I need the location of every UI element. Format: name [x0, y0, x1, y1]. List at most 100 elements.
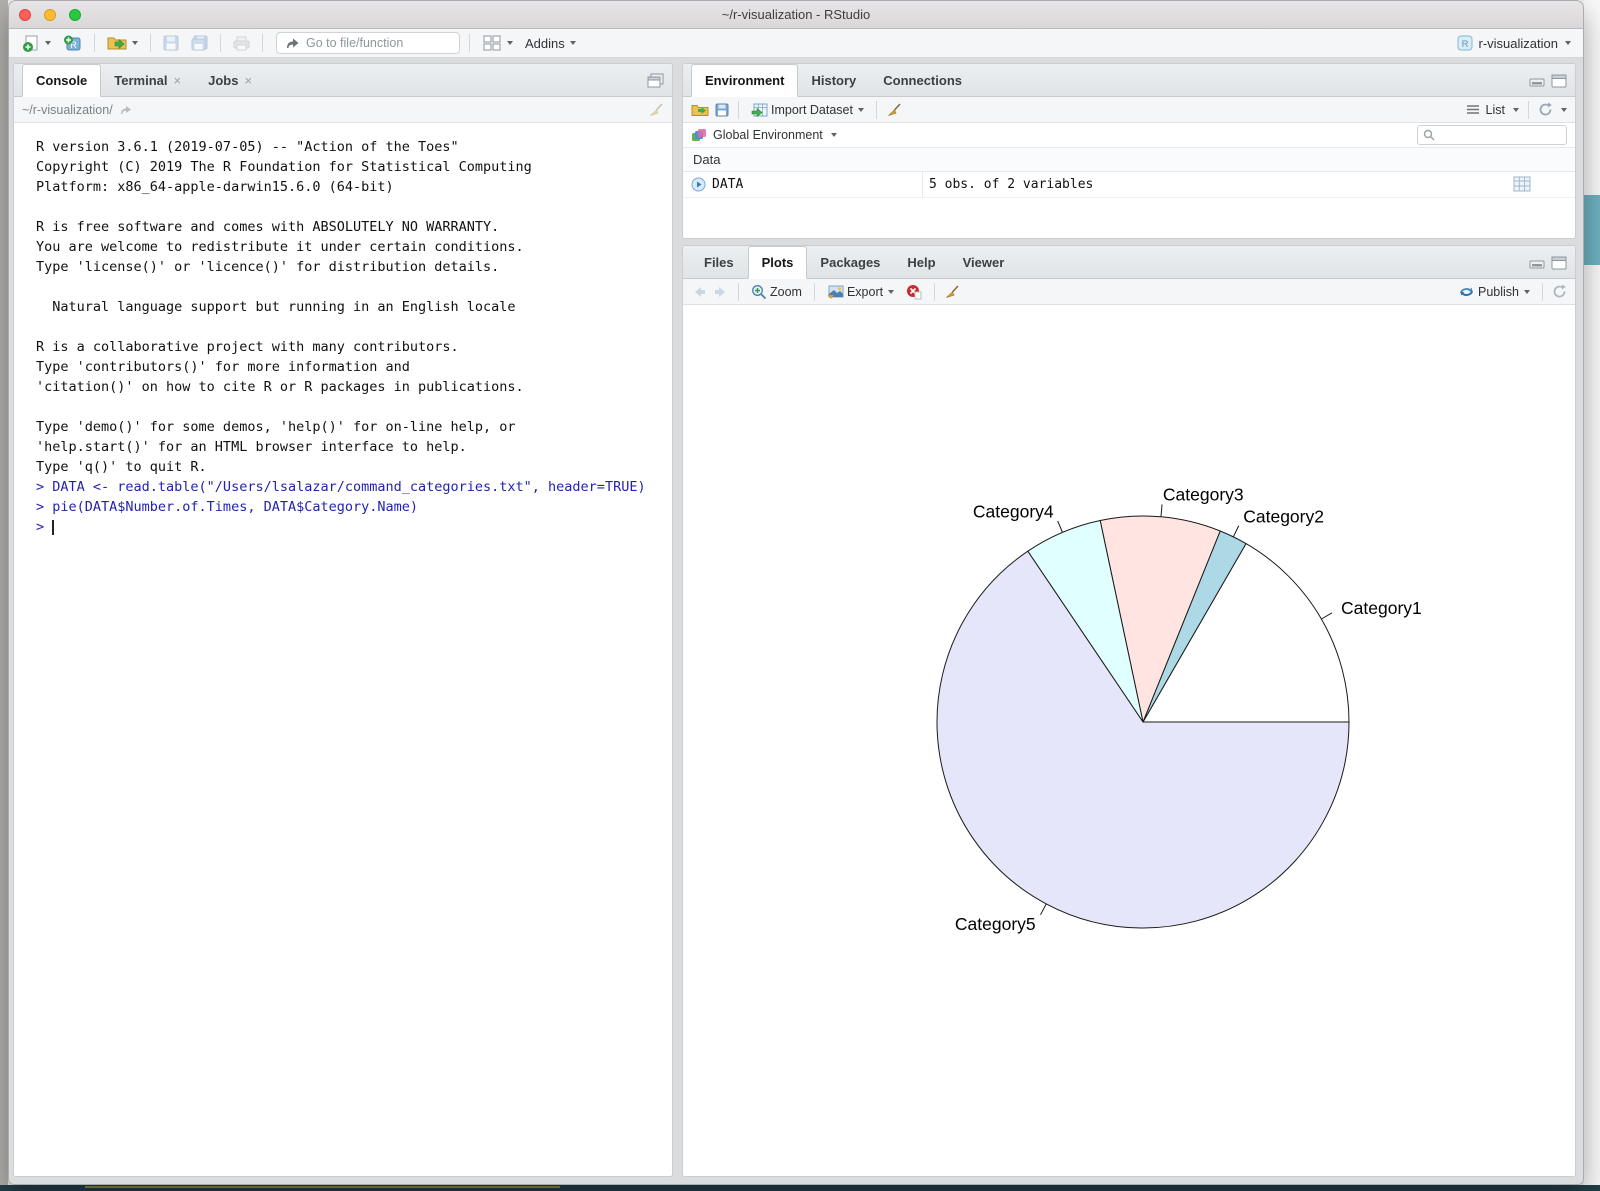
toolbar-separator [934, 283, 935, 301]
expand-object-icon[interactable] [691, 177, 706, 192]
export-plot-button[interactable]: Export [824, 283, 897, 301]
save-all-button[interactable] [188, 33, 211, 53]
toolbar-separator [738, 101, 739, 119]
addins-button[interactable]: Addins [522, 34, 579, 53]
publish-icon [1458, 284, 1475, 299]
load-workspace-folder-icon[interactable] [691, 103, 709, 117]
goto-file-search[interactable] [276, 32, 460, 54]
tab-connections[interactable]: Connections [870, 64, 976, 96]
tab-history[interactable]: History [798, 64, 870, 96]
tab-label: Jobs [208, 73, 238, 88]
environment-object-row[interactable]: DATA 5 obs. of 2 variables [683, 172, 1575, 198]
export-label: Export [847, 285, 883, 299]
tab-help[interactable]: Help [894, 246, 949, 278]
clear-plots-broom-icon[interactable] [944, 284, 960, 300]
clear-environment-broom-icon[interactable] [886, 102, 902, 118]
tab-label: Console [36, 73, 87, 88]
maximize-pane-icon[interactable] [647, 73, 664, 88]
tab-console[interactable]: Console [22, 64, 101, 97]
toolbar-separator [876, 101, 877, 119]
zoom-window-button[interactable] [69, 9, 81, 21]
pie-label-tick [1161, 504, 1162, 516]
environment-scope-label[interactable]: Global Environment [713, 128, 823, 142]
object-summary: 5 obs. of 2 variables [923, 177, 1093, 192]
project-menu-button[interactable]: R r-visualization [1456, 34, 1571, 52]
minimize-pane-icon[interactable] [1529, 75, 1545, 87]
tab-label: Terminal [114, 73, 167, 88]
pie-label-category1: Category1 [1341, 598, 1422, 618]
remove-plot-button[interactable] [903, 282, 925, 302]
tab-packages[interactable]: Packages [807, 246, 894, 278]
toolbar-separator [814, 283, 815, 301]
pie-label-tick [1321, 613, 1332, 619]
tab-jobs[interactable]: Jobs × [195, 64, 266, 96]
console-tabstrip: Console Terminal × Jobs × [14, 64, 672, 97]
tab-terminal[interactable]: Terminal × [101, 64, 195, 96]
close-window-button[interactable] [19, 9, 31, 21]
tab-plots[interactable]: Plots [748, 246, 808, 279]
project-cube-icon: R [1456, 34, 1474, 52]
tab-environment[interactable]: Environment [691, 64, 798, 97]
refresh-plot-icon[interactable] [1552, 284, 1567, 299]
toolbar-separator [220, 34, 221, 52]
open-in-new-arrow-icon[interactable] [119, 104, 133, 116]
minimize-window-button[interactable] [44, 9, 56, 21]
tab-files[interactable]: Files [691, 246, 748, 278]
clear-console-broom-icon[interactable] [648, 102, 664, 118]
console-output[interactable]: R version 3.6.1 (2019-07-05) -- "Action … [14, 123, 672, 1176]
new-file-button[interactable] [19, 32, 54, 54]
chevron-down-icon [1561, 108, 1567, 112]
working-directory-label: ~/r-visualization/ [22, 103, 113, 117]
next-plot-arrow-icon[interactable] [713, 285, 729, 299]
new-file-icon [22, 34, 40, 52]
refresh-icon[interactable] [1538, 102, 1553, 117]
environment-search-box[interactable] [1417, 125, 1567, 145]
open-file-button[interactable] [104, 33, 141, 53]
pie-label-category3: Category3 [1163, 484, 1244, 504]
data-section-header: Data [683, 148, 1575, 172]
tab-label: Environment [705, 73, 784, 88]
svg-text:R: R [1461, 39, 1468, 50]
toolbar-separator [262, 34, 263, 52]
titlebar: ~/r-visualization - RStudio [9, 1, 1583, 29]
desktop: ~/r-visualization - RStudio R [0, 0, 1600, 1191]
previous-plot-arrow-icon[interactable] [691, 285, 707, 299]
minimize-pane-icon[interactable] [1529, 257, 1545, 269]
view-table-icon[interactable] [1513, 176, 1531, 192]
zoom-label: Zoom [770, 285, 802, 299]
workspace: Console Terminal × Jobs × [9, 58, 1583, 1184]
environment-search-input[interactable] [1439, 128, 1554, 142]
pie-label-tick [1040, 904, 1046, 915]
publish-button[interactable]: Publish [1455, 282, 1533, 301]
save-workspace-icon[interactable] [715, 103, 729, 117]
chevron-down-icon [888, 290, 894, 294]
tab-label: Files [704, 255, 734, 270]
tab-viewer[interactable]: Viewer [950, 246, 1019, 278]
publish-label: Publish [1478, 285, 1519, 299]
environment-toolbar: Import Dataset List [683, 97, 1575, 123]
desktop-bottom-strip [0, 1185, 1600, 1191]
maximize-pane-icon[interactable] [1551, 74, 1567, 88]
new-project-button[interactable]: R [60, 32, 85, 55]
close-icon[interactable]: × [174, 73, 182, 88]
console-prompt-line[interactable]: > [36, 517, 672, 537]
list-view-icon [1466, 104, 1480, 115]
close-icon[interactable]: × [244, 73, 252, 88]
console-startup-text: R version 3.6.1 (2019-07-05) -- "Action … [36, 137, 672, 477]
goto-file-input[interactable] [306, 36, 436, 50]
chevron-down-icon [831, 133, 837, 137]
chevron-down-icon [1565, 41, 1571, 45]
maximize-pane-icon[interactable] [1551, 256, 1567, 270]
view-mode-label[interactable]: List [1486, 103, 1505, 117]
global-environment-icon [691, 128, 707, 143]
open-folder-icon [107, 35, 127, 51]
toolbar-separator [94, 34, 95, 52]
main-toolbar: R [9, 29, 1583, 58]
text-cursor [52, 520, 54, 535]
import-dataset-button[interactable]: Import Dataset [748, 101, 867, 119]
print-button[interactable] [230, 34, 253, 53]
pane-layout-button[interactable] [479, 32, 516, 54]
plot-canvas: Category1Category2Category3Category4Cate… [683, 305, 1575, 1177]
zoom-plot-button[interactable]: Zoom [748, 282, 805, 302]
save-button[interactable] [160, 33, 182, 53]
